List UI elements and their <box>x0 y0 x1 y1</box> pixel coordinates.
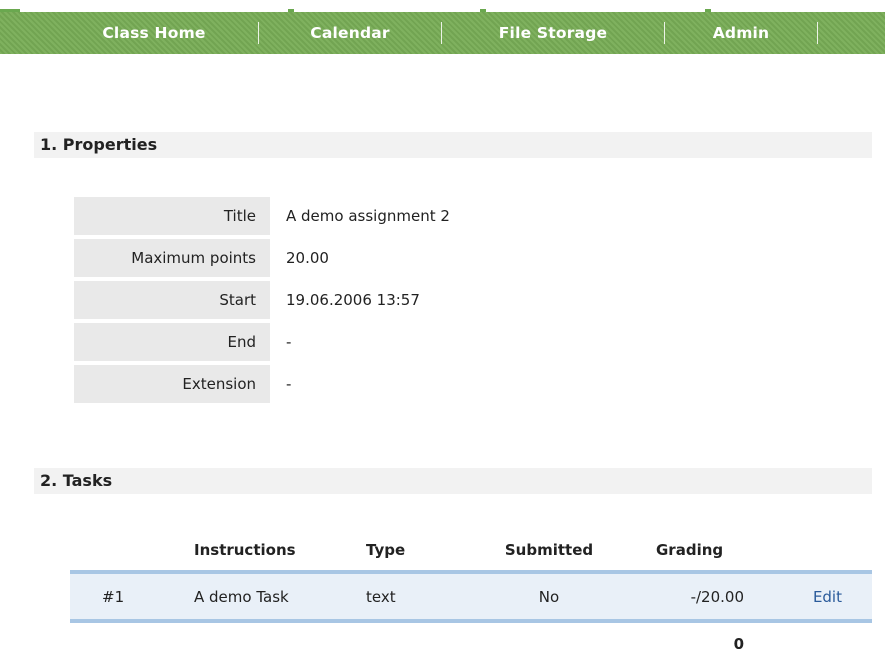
property-label: Maximum points <box>74 239 270 277</box>
grading-total: 0 <box>733 635 744 653</box>
property-row: Maximum points 20.00 <box>74 239 450 277</box>
task-instructions: A demo Task <box>194 587 289 606</box>
property-value: 19.06.2006 13:57 <box>286 291 420 309</box>
task-edit-cell: Edit <box>744 588 872 606</box>
column-header-type: Type <box>366 541 406 559</box>
property-row: Extension - <box>74 365 450 403</box>
property-row: End - <box>74 323 450 361</box>
property-row: Title A demo assignment 2 <box>74 197 450 235</box>
column-header-instructions: Instructions <box>194 541 296 559</box>
top-strip <box>0 0 885 12</box>
column-header-grading: Grading <box>656 541 724 559</box>
property-value: A demo assignment 2 <box>286 207 450 225</box>
nav-calendar[interactable]: Calendar <box>259 20 441 46</box>
main-nav: Class Home Calendar File Storage Admin <box>0 12 885 54</box>
property-value: 20.00 <box>286 249 329 267</box>
property-value: - <box>286 375 292 393</box>
properties-table: Title A demo assignment 2 Maximum points… <box>74 197 450 407</box>
section-header-tasks: 2. Tasks <box>34 468 872 494</box>
nav-file-storage[interactable]: File Storage <box>442 20 664 46</box>
table-header-row: Instructions Type Submitted Grading <box>70 530 872 570</box>
task-grading: -/20.00 <box>690 587 744 606</box>
edit-task-link[interactable]: Edit <box>813 588 842 606</box>
nav-class-home[interactable]: Class Home <box>50 20 258 46</box>
section-header-properties: 1. Properties <box>34 132 872 158</box>
property-label: Extension <box>74 365 270 403</box>
column-header-submitted: Submitted <box>504 541 594 559</box>
task-number: #1 <box>102 587 125 606</box>
property-row: Start 19.06.2006 13:57 <box>74 281 450 319</box>
table-row: #1 A demo Task text No -/20.00 Edit <box>70 574 872 619</box>
property-label: Start <box>74 281 270 319</box>
property-value: - <box>286 333 292 351</box>
tasks-table: Instructions Type Submitted Grading #1 A… <box>70 530 872 665</box>
task-type: text <box>366 587 396 606</box>
property-label: End <box>74 323 270 361</box>
nav-admin[interactable]: Admin <box>665 20 817 46</box>
task-submitted: No <box>538 587 560 606</box>
nav-separator <box>817 22 818 44</box>
table-footer-row: 0 <box>70 623 872 665</box>
property-label: Title <box>74 197 270 235</box>
